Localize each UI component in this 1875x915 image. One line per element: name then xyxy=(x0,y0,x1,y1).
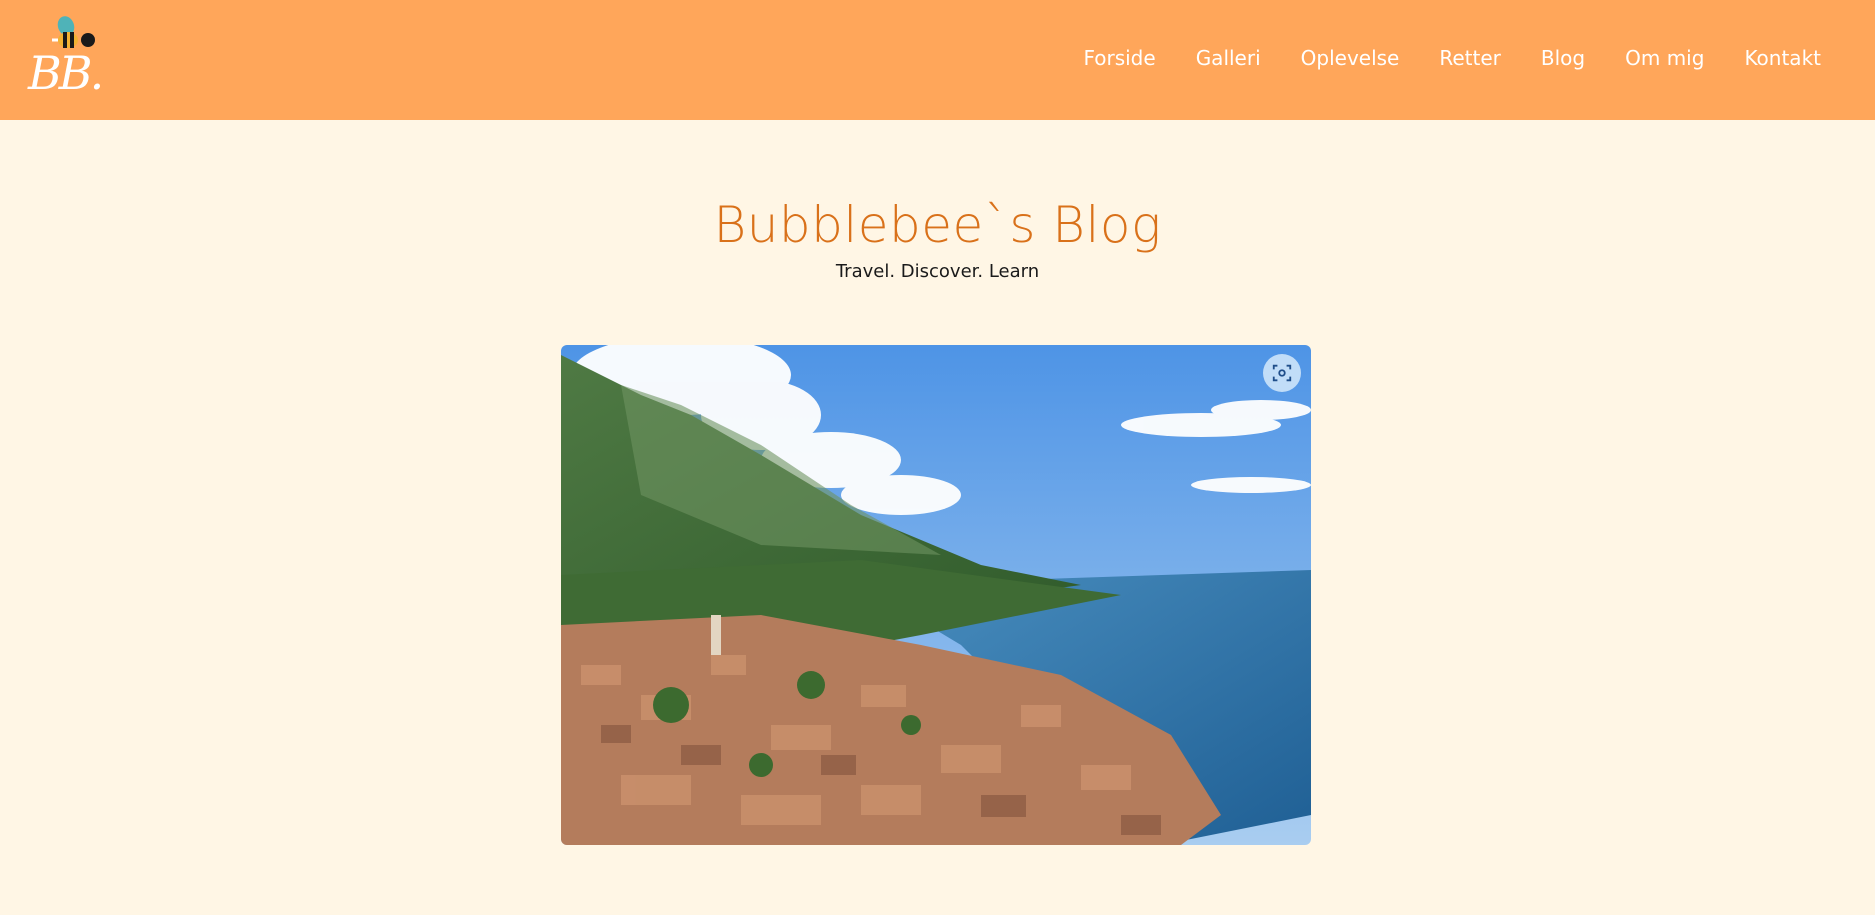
main-nav: Forside Galleri Oplevelse Retter Blog Om… xyxy=(1083,0,1821,116)
nav-item-kontakt[interactable]: Kontakt xyxy=(1744,46,1821,70)
nav-item-forside[interactable]: Forside xyxy=(1083,46,1155,70)
nav-item-galleri[interactable]: Galleri xyxy=(1196,46,1261,70)
site-header: BB. Forside Galleri Oplevelse Retter Blo… xyxy=(0,0,1875,120)
nav-item-om-mig[interactable]: Om mig xyxy=(1625,46,1704,70)
hero-image xyxy=(561,345,1311,845)
logo[interactable]: BB. xyxy=(28,14,110,104)
page-subtitle: Travel. Discover. Learn xyxy=(835,261,1040,282)
nav-item-oplevelse[interactable]: Oplevelse xyxy=(1301,46,1400,70)
lens-icon xyxy=(1272,364,1292,382)
lake-town-photo xyxy=(561,345,1311,845)
image-search-button[interactable] xyxy=(1263,354,1301,392)
nav-item-retter[interactable]: Retter xyxy=(1439,46,1501,70)
page-title: Bubblebee`s Blog xyxy=(713,196,1162,254)
logo-text: BB. xyxy=(28,46,104,100)
nav-item-blog[interactable]: Blog xyxy=(1541,46,1585,70)
